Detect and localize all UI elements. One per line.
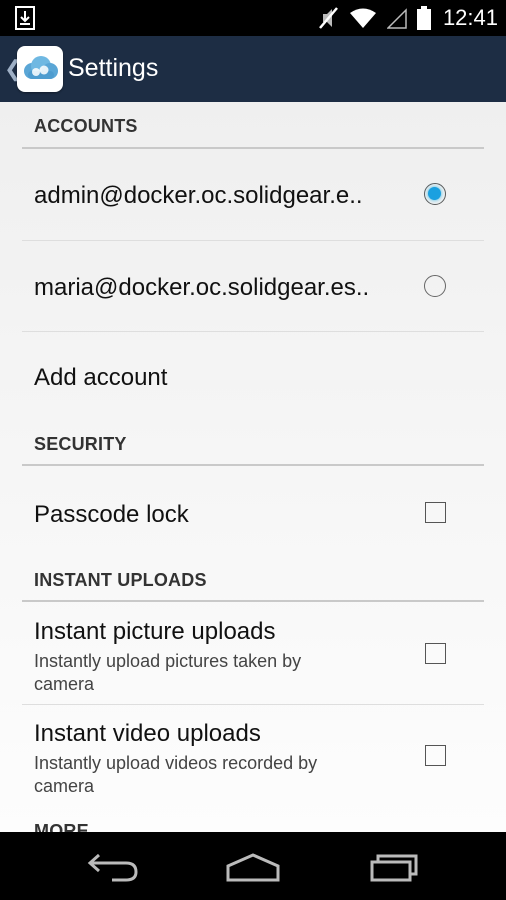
passcode-lock-checkbox[interactable] xyxy=(425,502,446,523)
category-instant-uploads-title: INSTANT UPLOADS xyxy=(34,570,207,590)
settings-list[interactable]: ACCOUNTS admin@docker.oc.solidgear.e.. m… xyxy=(0,102,506,832)
instant-picture-uploads-summary: Instantly upload pictures taken by camer… xyxy=(34,651,302,694)
instant-video-uploads-title: Instant video uploads xyxy=(34,720,261,747)
category-security-title: SECURITY xyxy=(34,434,127,454)
category-accounts-title: ACCOUNTS xyxy=(34,116,138,136)
status-time: 12:41 xyxy=(442,5,498,30)
instant-video-uploads-item[interactable]: Instant video uploads Instantly upload v… xyxy=(22,705,484,805)
add-account-label: Add account xyxy=(34,364,168,391)
account-radio[interactable] xyxy=(424,275,446,297)
home-icon[interactable] xyxy=(213,846,293,886)
account-label: admin@docker.oc.solidgear.e.. xyxy=(34,182,363,209)
account-item-maria[interactable]: maria@docker.oc.solidgear.es.. xyxy=(22,240,484,332)
category-instant-uploads: INSTANT UPLOADS xyxy=(22,557,484,602)
account-label: maria@docker.oc.solidgear.es.. xyxy=(34,274,370,301)
instant-picture-uploads-title: Instant picture uploads xyxy=(34,618,276,645)
add-account-item[interactable]: Add account xyxy=(22,331,484,422)
action-bar: ❮ Settings xyxy=(0,36,506,102)
instant-video-uploads-summary: Instantly upload videos recorded by came… xyxy=(34,753,318,796)
download-notification-icon xyxy=(15,6,35,30)
status-bar: 12:41 xyxy=(0,0,506,36)
passcode-lock-label: Passcode lock xyxy=(34,501,189,528)
navigation-bar xyxy=(0,832,506,900)
account-radio-selected[interactable] xyxy=(424,183,446,205)
recent-apps-icon[interactable] xyxy=(354,846,434,886)
battery-icon xyxy=(416,6,431,30)
signal-icon xyxy=(386,8,407,29)
instant-picture-uploads-checkbox[interactable] xyxy=(425,643,446,664)
page-title: Settings xyxy=(68,54,159,82)
category-more-title: MORE xyxy=(34,821,89,832)
category-more: MORE xyxy=(22,818,484,832)
wifi-icon xyxy=(349,8,376,28)
back-icon[interactable] xyxy=(72,846,152,886)
category-security: SECURITY xyxy=(22,422,484,466)
mute-icon xyxy=(318,7,338,29)
category-accounts: ACCOUNTS xyxy=(22,102,484,149)
instant-video-uploads-checkbox[interactable] xyxy=(425,745,446,766)
instant-picture-uploads-item[interactable]: Instant picture uploads Instantly upload… xyxy=(22,602,484,705)
passcode-lock-item[interactable]: Passcode lock xyxy=(22,466,484,557)
owncloud-app-icon[interactable] xyxy=(17,46,63,92)
account-item-admin[interactable]: admin@docker.oc.solidgear.e.. xyxy=(22,149,484,241)
